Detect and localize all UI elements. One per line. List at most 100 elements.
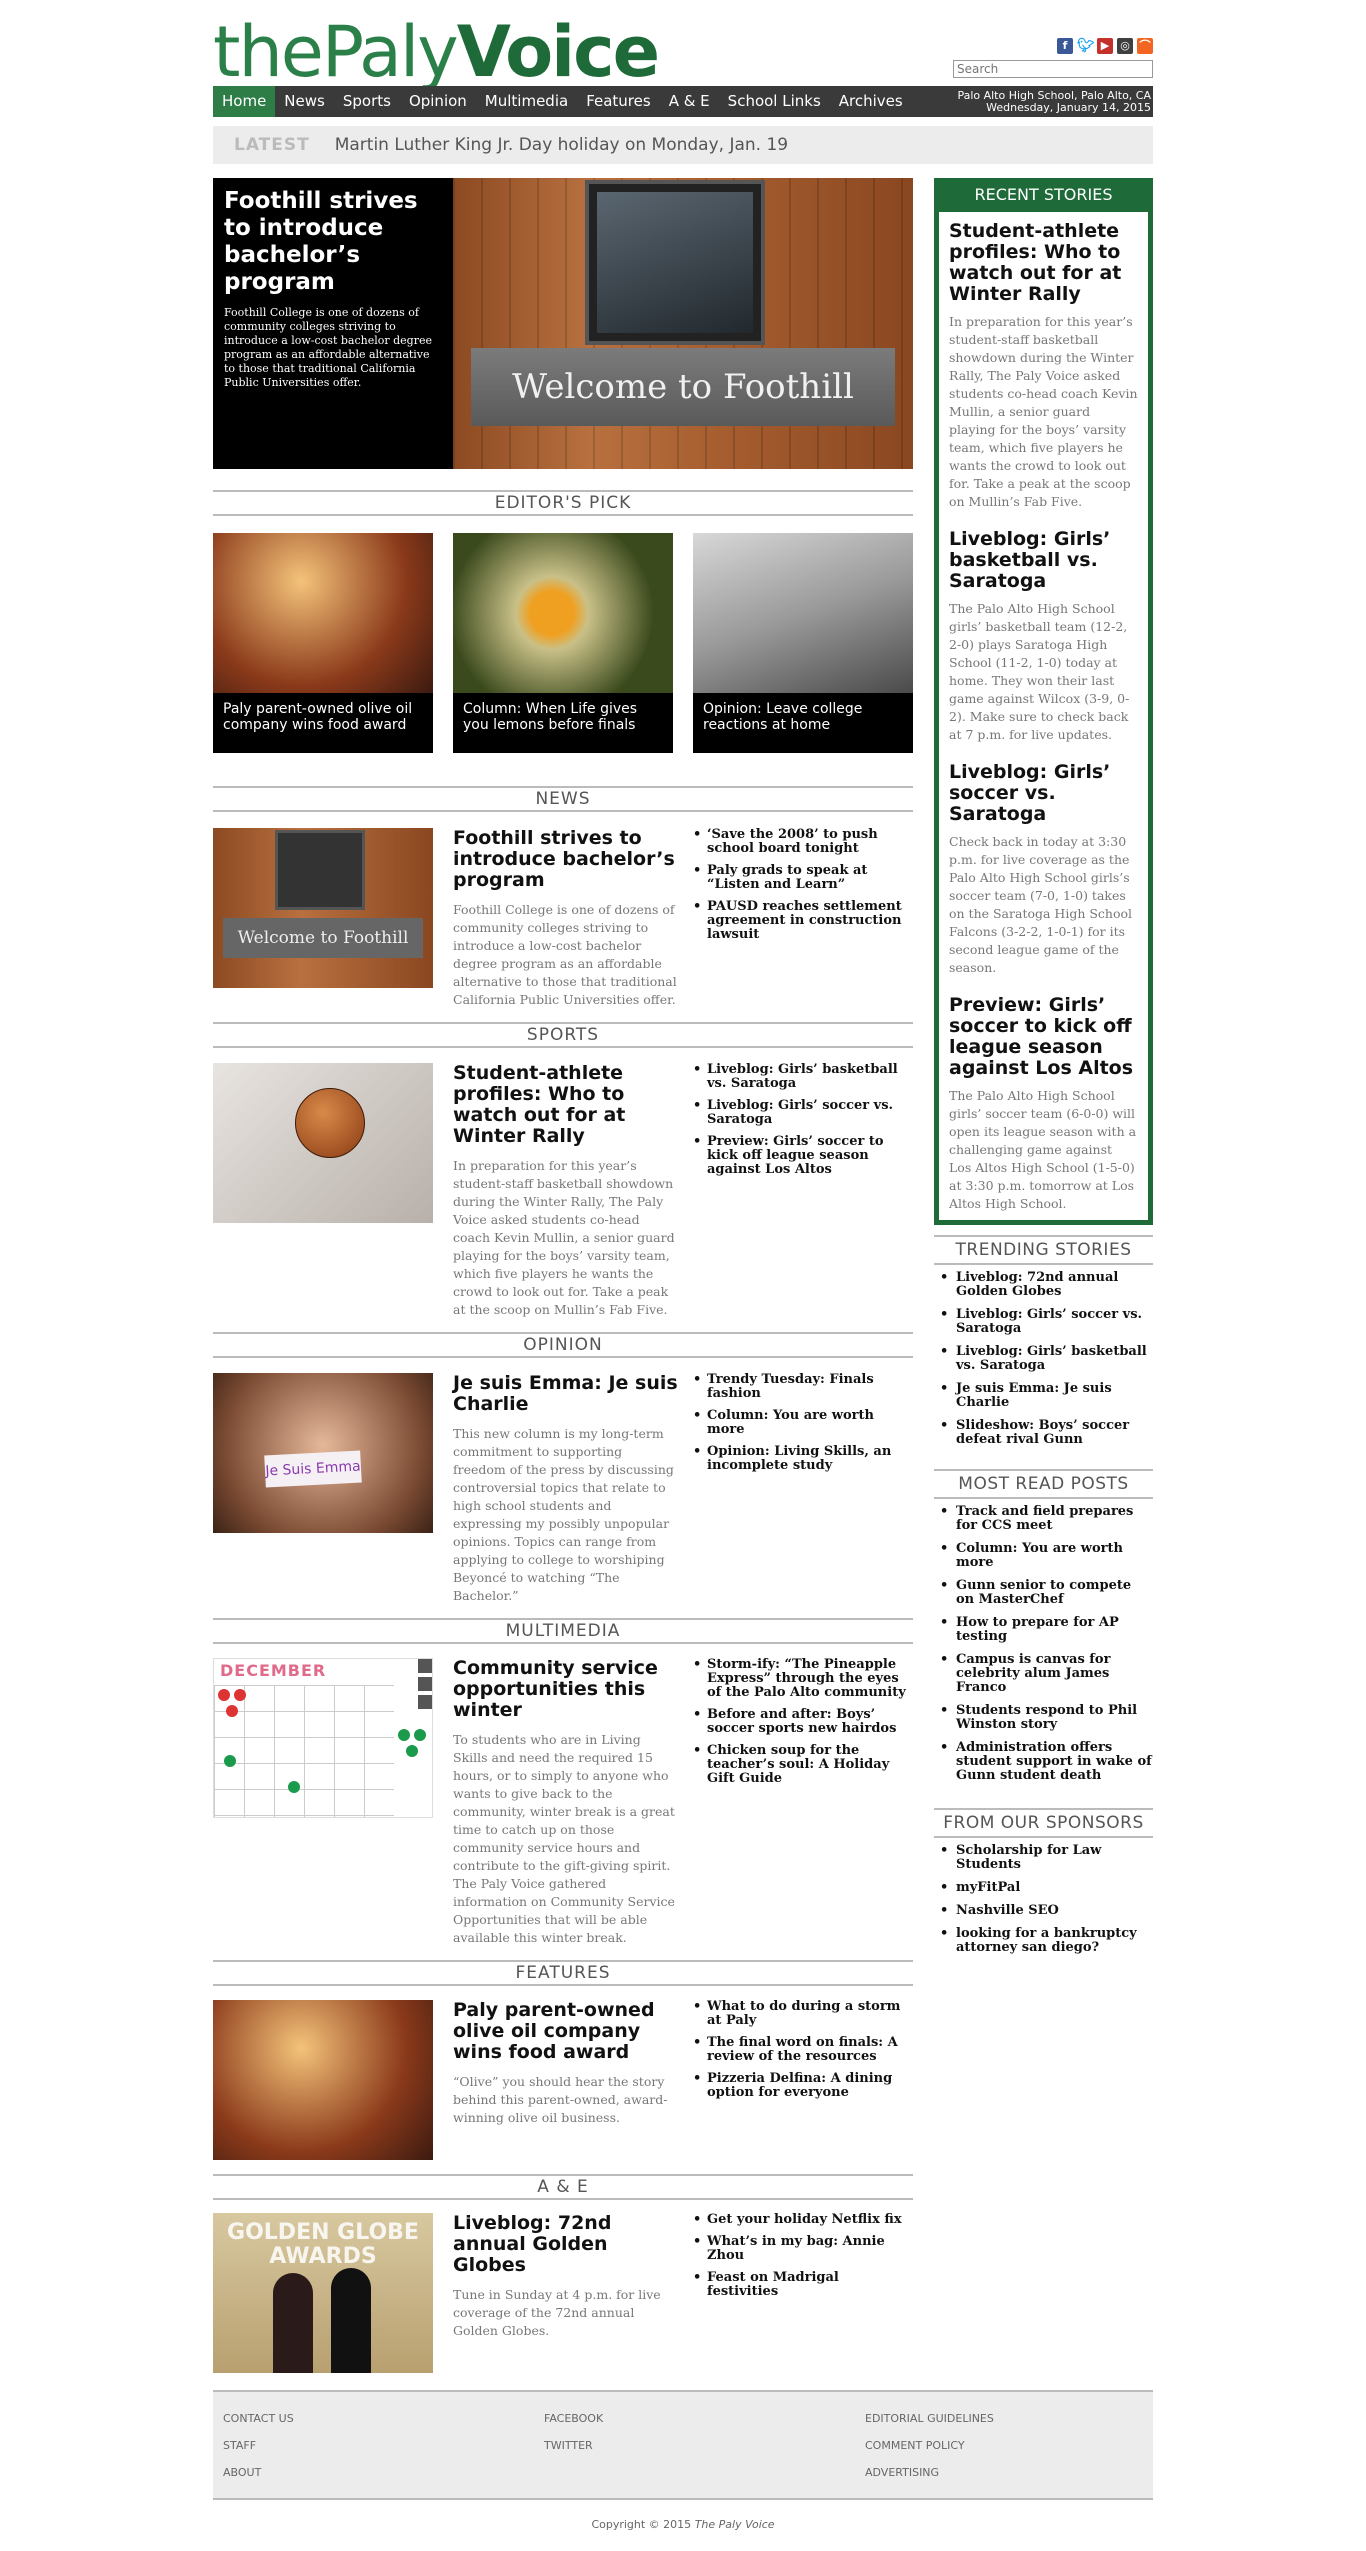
recent-story-title[interactable]: Preview: Girls’ soccer to kick off leagu… — [949, 995, 1138, 1079]
news-title[interactable]: Foothill strives to introduce bachelor’s… — [453, 828, 678, 891]
lemons-photo — [453, 533, 673, 693]
news-link[interactable]: Paly grads to speak at “Listen and Learn… — [693, 864, 913, 892]
multimedia-thumb[interactable]: DECEMBER — [213, 1658, 433, 1818]
sponsors-heading: FROM OUR SPONSORS — [934, 1808, 1153, 1838]
recent-story-title[interactable]: Student-athlete profiles: Who to watch o… — [949, 221, 1138, 305]
trending-item[interactable]: Je suis Emma: Je suis Charlie — [934, 1382, 1153, 1410]
latest-headline[interactable]: Martin Luther King Jr. Day holiday on Mo… — [335, 135, 788, 155]
person-silhouette — [331, 2268, 371, 2373]
most-read-item[interactable]: Campus is canvas for celebrity alum Jame… — [934, 1653, 1153, 1695]
recent-story-desc: The Palo Alto High School girls’ basketb… — [949, 601, 1130, 742]
footer-col-2: FACEBOOK TWITTER — [544, 2412, 603, 2466]
basketball-icon — [295, 1088, 365, 1158]
sponsors-box: FROM OUR SPONSORS Scholarship for Law St… — [934, 1808, 1153, 1964]
youtube-icon[interactable]: ▶ — [1097, 38, 1113, 54]
nav-sports[interactable]: Sports — [334, 86, 400, 117]
editors-pick-3[interactable]: Opinion: Leave college reactions at home — [693, 533, 913, 753]
share-icon[interactable] — [418, 1695, 432, 1709]
nav-ae[interactable]: A & E — [660, 86, 719, 117]
sponsor-link[interactable]: looking for a bankruptcy attorney san di… — [934, 1927, 1153, 1955]
event-dot-icon — [224, 1755, 236, 1767]
multimedia-link[interactable]: Chicken soup for the teacher’s soul: A H… — [693, 1744, 913, 1786]
features-title[interactable]: Paly parent-owned olive oil company wins… — [453, 2000, 678, 2063]
editors-pick-1[interactable]: Paly parent-owned olive oil company wins… — [213, 533, 433, 753]
opinion-heading: OPINION — [213, 1332, 913, 1358]
ae-link[interactable]: Feast on Madrigal festivities — [693, 2271, 913, 2299]
facebook-icon[interactable]: f — [1057, 38, 1073, 54]
footer-comment-policy-link[interactable]: COMMENT POLICY — [865, 2439, 994, 2452]
sports-link[interactable]: Liveblog: Girls’ soccer vs. Saratoga — [693, 1099, 913, 1127]
sports-thumb[interactable] — [213, 1063, 433, 1223]
trending-item[interactable]: Slideshow: Boys’ soccer defeat rival Gun… — [934, 1419, 1153, 1447]
most-read-item[interactable]: Column: You are worth more — [934, 1542, 1153, 1570]
footer-about-link[interactable]: ABOUT — [223, 2466, 294, 2479]
event-dot-icon — [218, 1689, 230, 1701]
rss-icon[interactable]: ⌒ — [1137, 38, 1153, 54]
opinion-title[interactable]: Je suis Emma: Je suis Charlie — [453, 1373, 678, 1415]
nav-archives[interactable]: Archives — [830, 86, 912, 117]
multimedia-link[interactable]: Before and after: Boys’ soccer sports ne… — [693, 1708, 913, 1736]
recent-heading: RECENT STORIES — [938, 182, 1149, 212]
nav-home[interactable]: Home — [213, 86, 276, 117]
nav-opinion[interactable]: Opinion — [400, 86, 476, 117]
twitter-icon[interactable]: 🐦︎ — [1077, 38, 1095, 54]
nav-school-links[interactable]: School Links — [719, 86, 830, 117]
footer-guidelines-link[interactable]: EDITORIAL GUIDELINES — [865, 2412, 994, 2425]
features-links: What to do during a storm at Paly The fi… — [693, 2000, 913, 2108]
editors-pick-2[interactable]: Column: When Life gives you lemons befor… — [453, 533, 673, 753]
opinion-link[interactable]: Column: You are worth more — [693, 1409, 913, 1437]
opinion-thumb[interactable]: Je Suis Emma — [213, 1373, 433, 1533]
news-link[interactable]: ‘Save the 2008’ to push school board ton… — [693, 828, 913, 856]
nav-multimedia[interactable]: Multimedia — [476, 86, 577, 117]
nav-news[interactable]: News — [275, 86, 334, 117]
most-read-item[interactable]: Track and field prepares for CCS meet — [934, 1505, 1153, 1533]
hero-banner: Welcome to Foothill — [471, 348, 895, 426]
sports-link[interactable]: Liveblog: Girls’ basketball vs. Saratoga — [693, 1063, 913, 1091]
sponsor-link[interactable]: Scholarship for Law Students — [934, 1844, 1153, 1872]
sports-link[interactable]: Preview: Girls’ soccer to kick off leagu… — [693, 1135, 913, 1177]
hero-title[interactable]: Foothill strives to introduce bachelor’s… — [224, 188, 439, 296]
heart-icon[interactable] — [418, 1677, 432, 1691]
trending-item[interactable]: Liveblog: 72nd annual Golden Globes — [934, 1271, 1153, 1299]
most-read-item[interactable]: How to prepare for AP testing — [934, 1616, 1153, 1644]
recent-story-title[interactable]: Liveblog: Girls’ basketball vs. Saratoga — [949, 529, 1138, 592]
most-read-item[interactable]: Students respond to Phil Winston story — [934, 1704, 1153, 1732]
hero-story[interactable]: Foothill strives to introduce bachelor’s… — [213, 178, 913, 469]
footer-advertising-link[interactable]: ADVERTISING — [865, 2466, 994, 2479]
most-read-item[interactable]: Administration offers student support in… — [934, 1741, 1153, 1783]
search-input[interactable] — [953, 60, 1153, 78]
site-logo[interactable]: thePalyVoice — [213, 12, 660, 92]
sponsor-link[interactable]: myFitPal — [934, 1881, 1153, 1896]
hero-image[interactable]: Welcome to Foothill — [453, 178, 913, 469]
news-link[interactable]: PAUSD reaches settlement agreement in co… — [693, 900, 913, 942]
ae-link[interactable]: Get your holiday Netflix fix — [693, 2213, 913, 2228]
features-link[interactable]: The final word on finals: A review of th… — [693, 2036, 913, 2064]
ae-title[interactable]: Liveblog: 72nd annual Golden Globes — [453, 2213, 678, 2276]
footer-facebook-link[interactable]: FACEBOOK — [544, 2412, 603, 2425]
opinion-link[interactable]: Opinion: Living Skills, an incomplete st… — [693, 1445, 913, 1473]
news-thumb[interactable]: Welcome to Foothill — [213, 828, 433, 988]
trending-item[interactable]: Liveblog: Girls’ basketball vs. Saratoga — [934, 1345, 1153, 1373]
ae-thumb[interactable]: GOLDEN GLOBE AWARDS — [213, 2213, 433, 2373]
ae-link[interactable]: What’s in my bag: Annie Zhou — [693, 2235, 913, 2263]
edit-icon[interactable] — [418, 1659, 432, 1673]
features-main: Paly parent-owned olive oil company wins… — [453, 2000, 678, 2127]
recent-story-title[interactable]: Liveblog: Girls’ soccer vs. Saratoga — [949, 762, 1138, 825]
footer-contact-link[interactable]: CONTACT US — [223, 2412, 294, 2425]
opinion-link[interactable]: Trendy Tuesday: Finals fashion — [693, 1373, 913, 1401]
features-thumb[interactable] — [213, 2000, 433, 2160]
features-link[interactable]: Pizzeria Delfina: A dining option for ev… — [693, 2072, 913, 2100]
editors-pick-heading: EDITOR'S PICK — [213, 490, 913, 516]
ae-links: Get your holiday Netflix fix What’s in m… — [693, 2213, 913, 2307]
trending-item[interactable]: Liveblog: Girls’ soccer vs. Saratoga — [934, 1308, 1153, 1336]
multimedia-link[interactable]: Storm-ify: “The Pineapple Express” throu… — [693, 1658, 913, 1700]
instagram-icon[interactable]: ◎ — [1117, 38, 1133, 54]
nav-features[interactable]: Features — [577, 86, 660, 117]
sponsor-link[interactable]: Nashville SEO — [934, 1904, 1153, 1919]
footer-twitter-link[interactable]: TWITTER — [544, 2439, 603, 2452]
sports-title[interactable]: Student-athlete profiles: Who to watch o… — [453, 1063, 678, 1147]
most-read-item[interactable]: Gunn senior to compete on MasterChef — [934, 1579, 1153, 1607]
footer-staff-link[interactable]: STAFF — [223, 2439, 294, 2452]
features-link[interactable]: What to do during a storm at Paly — [693, 2000, 913, 2028]
multimedia-title[interactable]: Community service opportunities this win… — [453, 1658, 678, 1721]
